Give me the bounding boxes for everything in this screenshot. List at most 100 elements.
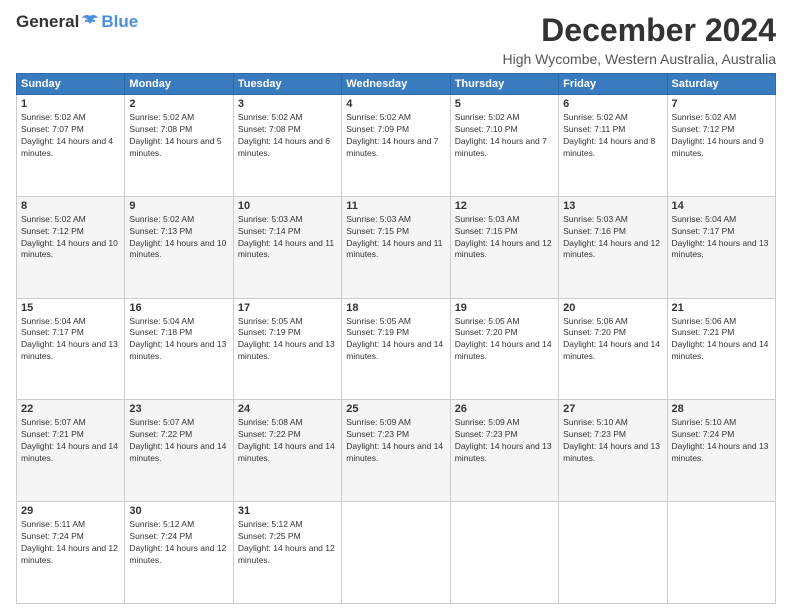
day-info: Sunrise: 5:02 AMSunset: 7:08 PMDaylight:… [129,112,228,160]
day-cell-1: 1 Sunrise: 5:02 AMSunset: 7:07 PMDayligh… [17,95,125,197]
day-cell-18: 18 Sunrise: 5:05 AMSunset: 7:19 PMDaylig… [342,298,450,400]
day-info: Sunrise: 5:07 AMSunset: 7:21 PMDaylight:… [21,417,120,465]
day-number: 7 [672,98,771,110]
day-info: Sunrise: 5:06 AMSunset: 7:20 PMDaylight:… [563,316,662,364]
day-cell-3: 3 Sunrise: 5:02 AMSunset: 7:08 PMDayligh… [233,95,341,197]
day-number: 25 [346,403,445,415]
day-info: Sunrise: 5:03 AMSunset: 7:16 PMDaylight:… [563,214,662,262]
table-row: 15 Sunrise: 5:04 AMSunset: 7:17 PMDaylig… [17,298,776,400]
day-number: 12 [455,200,554,212]
day-info: Sunrise: 5:05 AMSunset: 7:19 PMDaylight:… [238,316,337,364]
month-title: December 2024 [502,12,776,49]
day-info: Sunrise: 5:12 AMSunset: 7:24 PMDaylight:… [129,519,228,567]
day-cell-23: 23 Sunrise: 5:07 AMSunset: 7:22 PMDaylig… [125,400,233,502]
day-info: Sunrise: 5:07 AMSunset: 7:22 PMDaylight:… [129,417,228,465]
table-row: 29 Sunrise: 5:11 AMSunset: 7:24 PMDaylig… [17,502,776,604]
day-info: Sunrise: 5:04 AMSunset: 7:17 PMDaylight:… [672,214,771,262]
day-info: Sunrise: 5:09 AMSunset: 7:23 PMDaylight:… [346,417,445,465]
day-info: Sunrise: 5:02 AMSunset: 7:12 PMDaylight:… [21,214,120,262]
day-cell-14: 14 Sunrise: 5:04 AMSunset: 7:17 PMDaylig… [667,196,775,298]
day-number: 18 [346,302,445,314]
day-info: Sunrise: 5:03 AMSunset: 7:15 PMDaylight:… [455,214,554,262]
day-cell-4: 4 Sunrise: 5:02 AMSunset: 7:09 PMDayligh… [342,95,450,197]
day-info: Sunrise: 5:06 AMSunset: 7:21 PMDaylight:… [672,316,771,364]
day-info: Sunrise: 5:02 AMSunset: 7:07 PMDaylight:… [21,112,120,160]
day-info: Sunrise: 5:02 AMSunset: 7:13 PMDaylight:… [129,214,228,262]
col-thursday: Thursday [450,74,558,95]
day-cell-29: 29 Sunrise: 5:11 AMSunset: 7:24 PMDaylig… [17,502,125,604]
day-number: 26 [455,403,554,415]
day-info: Sunrise: 5:12 AMSunset: 7:25 PMDaylight:… [238,519,337,567]
day-number: 4 [346,98,445,110]
calendar-header-row: Sunday Monday Tuesday Wednesday Thursday… [17,74,776,95]
day-info: Sunrise: 5:08 AMSunset: 7:22 PMDaylight:… [238,417,337,465]
day-info: Sunrise: 5:05 AMSunset: 7:20 PMDaylight:… [455,316,554,364]
logo-blue: Blue [101,12,138,32]
day-number: 1 [21,98,120,110]
day-cell-19: 19 Sunrise: 5:05 AMSunset: 7:20 PMDaylig… [450,298,558,400]
day-cell-20: 20 Sunrise: 5:06 AMSunset: 7:20 PMDaylig… [559,298,667,400]
day-info: Sunrise: 5:02 AMSunset: 7:09 PMDaylight:… [346,112,445,160]
day-info: Sunrise: 5:09 AMSunset: 7:23 PMDaylight:… [455,417,554,465]
day-info: Sunrise: 5:02 AMSunset: 7:11 PMDaylight:… [563,112,662,160]
day-number: 5 [455,98,554,110]
col-monday: Monday [125,74,233,95]
day-cell-11: 11 Sunrise: 5:03 AMSunset: 7:15 PMDaylig… [342,196,450,298]
day-number: 27 [563,403,662,415]
day-cell-8: 8 Sunrise: 5:02 AMSunset: 7:12 PMDayligh… [17,196,125,298]
day-cell-7: 7 Sunrise: 5:02 AMSunset: 7:12 PMDayligh… [667,95,775,197]
calendar: Sunday Monday Tuesday Wednesday Thursday… [16,73,776,604]
day-cell-26: 26 Sunrise: 5:09 AMSunset: 7:23 PMDaylig… [450,400,558,502]
day-cell-10: 10 Sunrise: 5:03 AMSunset: 7:14 PMDaylig… [233,196,341,298]
col-friday: Friday [559,74,667,95]
day-cell-31: 31 Sunrise: 5:12 AMSunset: 7:25 PMDaylig… [233,502,341,604]
day-cell-30: 30 Sunrise: 5:12 AMSunset: 7:24 PMDaylig… [125,502,233,604]
table-row: 8 Sunrise: 5:02 AMSunset: 7:12 PMDayligh… [17,196,776,298]
day-cell-22: 22 Sunrise: 5:07 AMSunset: 7:21 PMDaylig… [17,400,125,502]
table-row: 1 Sunrise: 5:02 AMSunset: 7:07 PMDayligh… [17,95,776,197]
logo: General Blue [16,12,138,32]
col-wednesday: Wednesday [342,74,450,95]
day-number: 6 [563,98,662,110]
header: General Blue December 2024 High Wycombe,… [16,12,776,67]
day-cell-16: 16 Sunrise: 5:04 AMSunset: 7:18 PMDaylig… [125,298,233,400]
table-row: 22 Sunrise: 5:07 AMSunset: 7:21 PMDaylig… [17,400,776,502]
day-number: 22 [21,403,120,415]
day-number: 21 [672,302,771,314]
day-number: 24 [238,403,337,415]
day-number: 9 [129,200,228,212]
day-number: 10 [238,200,337,212]
day-info: Sunrise: 5:04 AMSunset: 7:17 PMDaylight:… [21,316,120,364]
day-number: 19 [455,302,554,314]
day-cell-13: 13 Sunrise: 5:03 AMSunset: 7:16 PMDaylig… [559,196,667,298]
logo-bird-icon [80,14,100,30]
day-cell-17: 17 Sunrise: 5:05 AMSunset: 7:19 PMDaylig… [233,298,341,400]
empty-cell [342,502,450,604]
day-info: Sunrise: 5:02 AMSunset: 7:10 PMDaylight:… [455,112,554,160]
day-number: 15 [21,302,120,314]
day-number: 14 [672,200,771,212]
empty-cell [450,502,558,604]
day-cell-24: 24 Sunrise: 5:08 AMSunset: 7:22 PMDaylig… [233,400,341,502]
day-info: Sunrise: 5:02 AMSunset: 7:12 PMDaylight:… [672,112,771,160]
day-number: 29 [21,505,120,517]
day-cell-15: 15 Sunrise: 5:04 AMSunset: 7:17 PMDaylig… [17,298,125,400]
day-info: Sunrise: 5:03 AMSunset: 7:15 PMDaylight:… [346,214,445,262]
day-number: 8 [21,200,120,212]
day-number: 16 [129,302,228,314]
day-number: 17 [238,302,337,314]
day-number: 23 [129,403,228,415]
day-number: 31 [238,505,337,517]
day-cell-21: 21 Sunrise: 5:06 AMSunset: 7:21 PMDaylig… [667,298,775,400]
page: General Blue December 2024 High Wycombe,… [0,0,792,612]
day-cell-5: 5 Sunrise: 5:02 AMSunset: 7:10 PMDayligh… [450,95,558,197]
day-number: 2 [129,98,228,110]
location-title: High Wycombe, Western Australia, Austral… [502,51,776,67]
day-number: 30 [129,505,228,517]
day-cell-6: 6 Sunrise: 5:02 AMSunset: 7:11 PMDayligh… [559,95,667,197]
day-number: 20 [563,302,662,314]
title-area: December 2024 High Wycombe, Western Aust… [502,12,776,67]
day-info: Sunrise: 5:10 AMSunset: 7:24 PMDaylight:… [672,417,771,465]
day-cell-12: 12 Sunrise: 5:03 AMSunset: 7:15 PMDaylig… [450,196,558,298]
day-info: Sunrise: 5:05 AMSunset: 7:19 PMDaylight:… [346,316,445,364]
